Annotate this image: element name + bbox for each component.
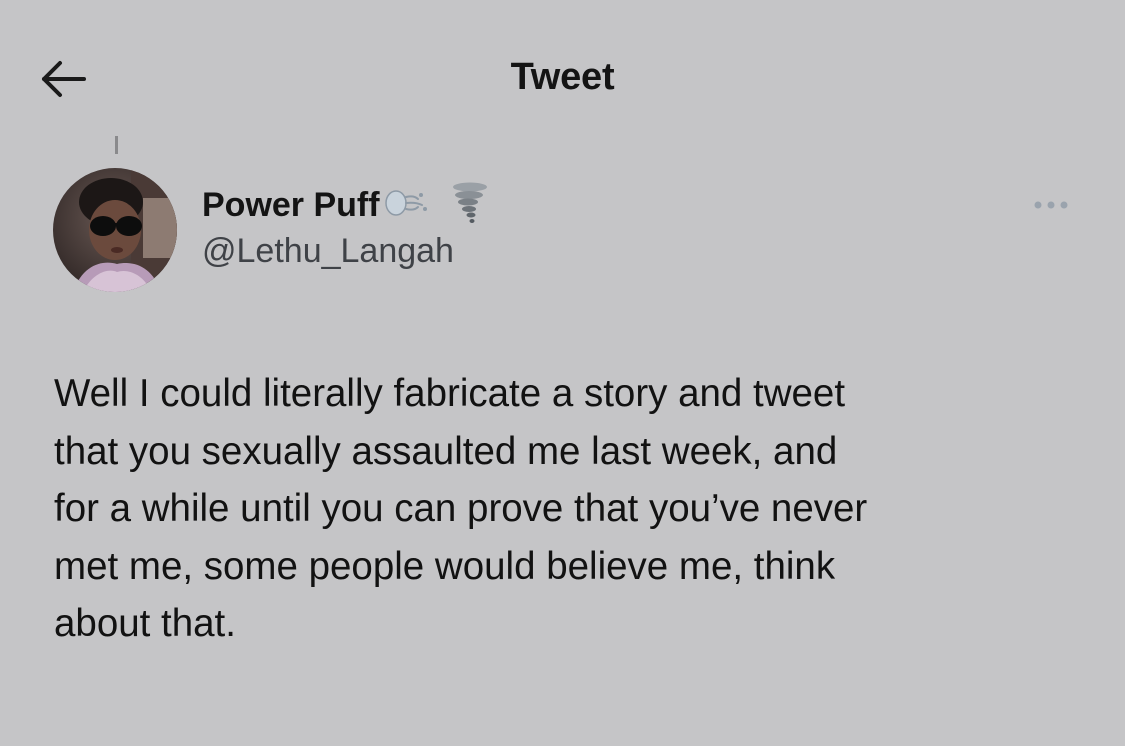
wind-face-icon [382,185,428,226]
thread-connector-line [115,136,118,154]
avatar[interactable] [53,168,177,292]
more-options-button[interactable] [1028,193,1074,217]
name-row: Power Puff [202,180,490,230]
tweet-text: Well I could literally fabricate a story… [54,372,868,645]
user-avatar-photo [53,168,177,292]
top-bar: Tweet [0,40,1125,120]
page-title: Tweet [510,56,615,98]
tweet-screen: Tweet Power Puff @Lethu_Langah Well I co… [0,0,1125,746]
user-handle[interactable]: @Lethu_Langah [202,232,490,271]
display-name[interactable]: Power Puff [202,186,380,225]
author-block: Power Puff @Lethu_Langah [202,180,490,271]
tornado-icon [450,181,490,230]
ellipsis-icon [1034,201,1068,209]
